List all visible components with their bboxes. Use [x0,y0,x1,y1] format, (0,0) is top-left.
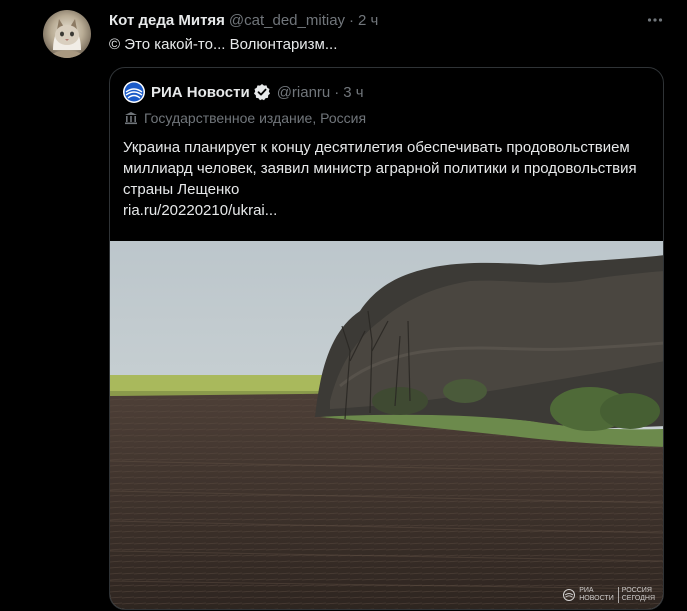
tweet-text: © Это какой-то... Волюнтаризм... [109,36,338,53]
avatar-image [43,10,91,58]
avatar[interactable] [43,10,91,58]
tweet[interactable]: Кот деда Митяя @cat_ded_mitiay · 2 ч © Э… [0,0,687,611]
quoted-tweet-link[interactable]: ria.ru/20220210/ukrai... [123,200,643,221]
ria-logo-icon[interactable] [123,81,145,103]
more-options-icon[interactable] [645,10,665,30]
quoted-tweet-time[interactable]: 3 ч [343,84,363,101]
quoted-tweet-text: Украина планирует к концу десятилетия об… [123,137,643,221]
quoted-tweet-header: РИА Новости @rianru · 3 ч [123,81,364,103]
quoted-author-handle[interactable]: @rianru [277,84,331,101]
separator-dot: · [349,11,355,29]
author-name[interactable]: Кот деда Митяя [109,12,225,29]
government-building-icon [125,112,137,125]
rs-watermark-line4: СЕГОДНЯ [621,595,655,602]
rs-watermark-text: РОССИЯ СЕГОДНЯ [617,587,655,603]
tweet-header: Кот деда Митяя @cat_ded_mitiay · 2 ч [109,10,671,30]
tweet-photo[interactable]: РИА НОВОСТИ РОССИЯ СЕГОДНЯ [110,241,663,609]
rs-watermark-line3: РОССИЯ [621,587,652,594]
field-landscape-image [110,241,663,609]
tweet-time[interactable]: 2 ч [358,12,378,29]
author-handle[interactable]: @cat_ded_mitiay [229,12,345,29]
verified-badge-icon [253,84,270,101]
separator-dot: · [334,83,340,101]
quoted-tweet[interactable]: РИА Новости @rianru · 3 ч Государственно… [109,67,664,610]
ria-watermark-line1: РИА [579,587,594,594]
ria-watermark: РИА НОВОСТИ РОССИЯ СЕГОДНЯ [563,587,655,603]
ria-watermark-logo-icon [563,589,576,601]
state-media-label-text: Государственное издание, Россия [144,110,367,126]
ria-watermark-text: РИА НОВОСТИ [579,587,614,603]
quoted-author-name[interactable]: РИА Новости [151,84,250,101]
state-media-label[interactable]: Государственное издание, Россия [123,110,366,126]
ria-watermark-line2: НОВОСТИ [579,595,614,602]
quoted-tweet-body: Украина планирует к концу десятилетия об… [123,139,637,198]
